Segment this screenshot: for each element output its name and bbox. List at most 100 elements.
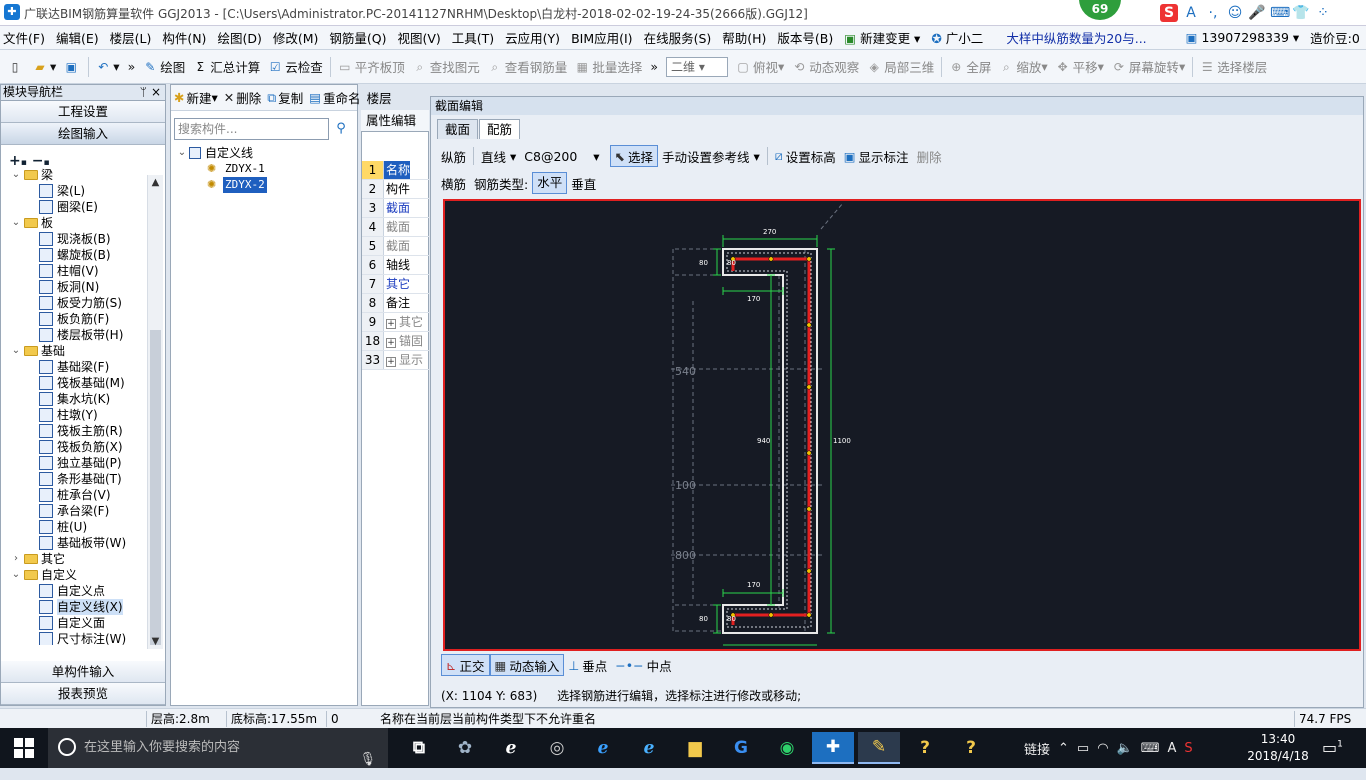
menu-file[interactable]: 文件(F) (0, 28, 48, 47)
collapse-icon[interactable]: ⌄ (177, 145, 187, 161)
horizontal-button[interactable]: 水平 (532, 172, 568, 194)
tree-item[interactable]: 基础梁(F) (3, 359, 147, 375)
property-row[interactable]: 4 截面 (362, 218, 430, 237)
property-row[interactable]: 33 + 显示 (362, 351, 430, 370)
overflow-chevron-2[interactable]: » (646, 59, 662, 74)
close-icon[interactable]: × (151, 85, 161, 100)
menu-bim[interactable]: BIM应用(I) (568, 28, 636, 47)
menu-online[interactable]: 在线服务(S) (641, 28, 715, 47)
open-file-button[interactable]: ▰ ▾ (29, 59, 60, 74)
perpendicular-snap-button[interactable]: ⊥ 垂点 (564, 654, 611, 676)
rotate-button[interactable]: ⟳ 屏幕旋转 ▾ (1108, 57, 1189, 76)
dim-bottom-inner-h[interactable]: 80 (727, 615, 736, 623)
select-tool-button[interactable]: ⬉ 选择 (609, 145, 658, 167)
dim-top-inner-h[interactable]: 80 (727, 259, 736, 267)
fullscreen-button[interactable]: ⊕ 全屏 (945, 57, 995, 76)
tray-chevron-icon[interactable]: ⌃ (1058, 741, 1069, 756)
tree-item[interactable]: 筏板负筋(X) (3, 439, 147, 455)
set-elevation-button[interactable]: ⧄ 设置标高 (771, 147, 840, 166)
tab-reinforcement[interactable]: 配筋 (479, 119, 521, 139)
delete-rebar-button[interactable]: 删除 (913, 147, 946, 166)
component-item-zdyx-2[interactable]: ✺ ZDYX-2 (177, 177, 267, 193)
notes-app-icon[interactable]: ✎ (858, 732, 900, 764)
longitudinal-rebar-button[interactable]: 纵筋 (437, 147, 470, 166)
module-tree-scrollbar[interactable]: ▲ ▼ (147, 175, 163, 649)
menu-view[interactable]: 视图(V) (394, 28, 443, 47)
property-row[interactable]: 18 + 锚固 (362, 332, 430, 351)
cloud-check-button[interactable]: ☑ 云检查 (264, 57, 327, 76)
delete-component-button[interactable]: ✕ 删除 (221, 88, 265, 107)
rebar-spec-select[interactable]: C8@200 ▾ (520, 149, 603, 164)
tree-item[interactable]: 圈梁(E) (3, 199, 147, 215)
ggj-app-icon[interactable]: ✚ (812, 732, 854, 764)
zoom-button[interactable]: ⌕ 缩放 ▾ (995, 57, 1051, 76)
expand-plus-icon[interactable]: + (386, 338, 396, 348)
expand-plus-icon[interactable]: + (386, 357, 396, 367)
tree-item[interactable]: 尺寸标注(W) (3, 631, 147, 645)
battery-icon[interactable]: ▭ (1077, 741, 1089, 756)
tree-item[interactable]: 承台梁(F) (3, 503, 147, 519)
transverse-rebar-button[interactable]: 横筋 (437, 174, 470, 193)
notice-link[interactable]: 大样中纵筋数量为20与... (1003, 28, 1149, 47)
rename-component-button[interactable]: ▤ 重命名 (306, 88, 363, 107)
tree-folder[interactable]: ⌄ 板 (3, 215, 147, 231)
sogou-tray-icon[interactable]: S (1184, 741, 1192, 756)
wifi-icon[interactable]: ◠ (1097, 741, 1108, 756)
tree-item[interactable]: 独立基础(P) (3, 455, 147, 471)
top-view-button[interactable]: ▢ 俯视 ▾ (732, 57, 788, 76)
tree-folder[interactable]: ⌄ 梁 (3, 167, 147, 183)
keyboard-tray-icon[interactable]: ⌨ (1141, 741, 1160, 756)
property-row[interactable]: 7 其它 (362, 275, 430, 294)
view-rebar-button[interactable]: ⌕ 查看钢筋量 (484, 57, 572, 76)
tree-item[interactable]: 筏板主筋(R) (3, 423, 147, 439)
windows-start-icon[interactable] (14, 738, 34, 758)
tree-folder[interactable]: › 其它 (3, 551, 147, 567)
single-component-input-button[interactable]: 单构件输入 (1, 661, 165, 683)
tree-item[interactable]: 集水坑(K) (3, 391, 147, 407)
property-row[interactable]: 9 + 其它 (362, 313, 430, 332)
scroll-thumb[interactable] (150, 330, 161, 645)
new-component-button[interactable]: ✱ 新建 ▾ (171, 88, 221, 107)
notification-badge[interactable]: 69 (1079, 0, 1121, 20)
input-lang-label[interactable]: A (1168, 741, 1177, 756)
floor-button[interactable]: 楼层 (364, 88, 395, 107)
copy-component-button[interactable]: ⧉ 复制 (264, 88, 306, 107)
tree-item[interactable]: 柱帽(V) (3, 263, 147, 279)
section-drawing-canvas[interactable]: 540 100 800 270 80 80 170 940 1100 170 8… (443, 199, 1361, 651)
explorer-icon[interactable]: ▆ (674, 732, 716, 764)
dim-upper-inner[interactable]: 170 (747, 295, 760, 303)
ortho-button[interactable]: ⊾ 正交 (441, 654, 490, 676)
new-change-menu[interactable]: ▣ 新建变更 ▾ (841, 28, 923, 47)
vertical-button[interactable]: 垂直 (567, 174, 600, 193)
find-element-button[interactable]: ⌕ 查找图元 (409, 57, 484, 76)
tree-item[interactable]: 桩(U) (3, 519, 147, 535)
ie-old-icon[interactable]: ℯ (490, 732, 532, 764)
task-view-icon[interactable]: ⧉ (398, 732, 440, 764)
midpoint-snap-button[interactable]: −•− 中点 (611, 654, 675, 676)
property-row[interactable]: 8 备注 (362, 294, 430, 313)
toolbox-icon[interactable]: ⁘ (1314, 4, 1332, 22)
dim-lower-inner[interactable]: 170 (747, 581, 760, 589)
property-row[interactable]: 5 截面 (362, 237, 430, 256)
component-item-zdyx-1[interactable]: ✺ ZDYX-1 (177, 161, 267, 177)
search-icon[interactable]: ⚲ (331, 118, 351, 140)
fan-app-icon[interactable]: ✿ (444, 732, 486, 764)
tree-item[interactable]: 柱墩(Y) (3, 407, 147, 423)
batch-select-button[interactable]: ▦ 批量选择 (571, 57, 646, 76)
undo-button[interactable]: ↶ ▾ (92, 59, 123, 74)
taskbar-search-input[interactable]: 在这里输入你要搜索的内容 🎙 (48, 728, 388, 768)
property-row[interactable]: 1 名称 (362, 161, 430, 180)
scroll-down-icon[interactable]: ▼ (148, 636, 163, 647)
keyboard-icon[interactable]: ⌨ (1270, 4, 1290, 22)
tree-item[interactable]: 自定义点 (3, 583, 147, 599)
collapse-icon[interactable]: ⌄ (11, 343, 21, 359)
tree-item[interactable]: 条形基础(T) (3, 471, 147, 487)
pan-button[interactable]: ✥ 平移 ▾ (1052, 57, 1108, 76)
sogou-icon[interactable]: S (1160, 4, 1178, 22)
dim-top[interactable]: 270 (763, 228, 776, 236)
new-file-button[interactable]: ▯ (4, 60, 29, 74)
tree-folder[interactable]: ⌄ 基础 (3, 343, 147, 359)
menu-floor[interactable]: 楼层(L) (107, 28, 155, 47)
overflow-chevron[interactable]: » (124, 59, 140, 74)
drawing-input-button[interactable]: 绘图输入 (1, 123, 165, 145)
